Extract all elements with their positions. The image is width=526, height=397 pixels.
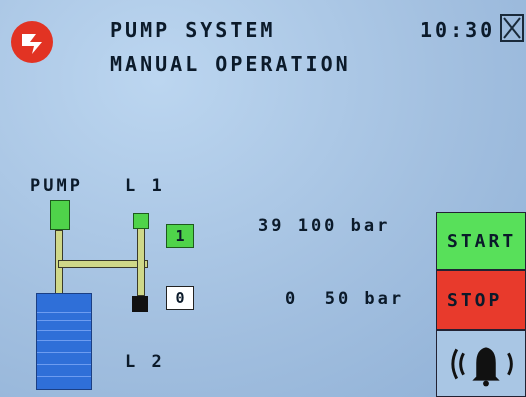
page-title: PUMP SYSTEM: [110, 18, 276, 42]
l2-reading: 0 50 bar: [285, 289, 405, 309]
l2-valve: [132, 296, 148, 312]
start-button-label: START: [447, 230, 517, 252]
pipe-l-vertical: [137, 228, 145, 296]
l1-label: L 1: [125, 176, 165, 196]
stop-button-label: STOP: [447, 289, 503, 311]
page-subtitle: MANUAL OPERATION: [110, 52, 351, 76]
l1-reading: 39 100 bar: [258, 216, 391, 236]
close-icon[interactable]: [500, 14, 524, 42]
brand-logo-icon: [11, 21, 53, 63]
storage-tank: [36, 293, 92, 390]
l2-state-indicator[interactable]: 0: [166, 286, 194, 310]
l1-valve: [133, 213, 149, 229]
screen: PUMP SYSTEM MANUAL OPERATION 10:30 PUMP …: [0, 0, 526, 397]
clock-time: 10:30: [420, 18, 496, 42]
alarm-button[interactable]: [436, 330, 526, 397]
start-button[interactable]: START: [436, 212, 526, 270]
pipe-horizontal: [58, 260, 148, 268]
pump-label: PUMP: [30, 176, 83, 196]
pump-indicator: [50, 200, 70, 230]
stop-button[interactable]: STOP: [436, 270, 526, 330]
alarm-bell-icon: [451, 346, 513, 386]
l1-state-indicator[interactable]: 1: [166, 224, 194, 248]
l2-label: L 2: [125, 352, 165, 372]
